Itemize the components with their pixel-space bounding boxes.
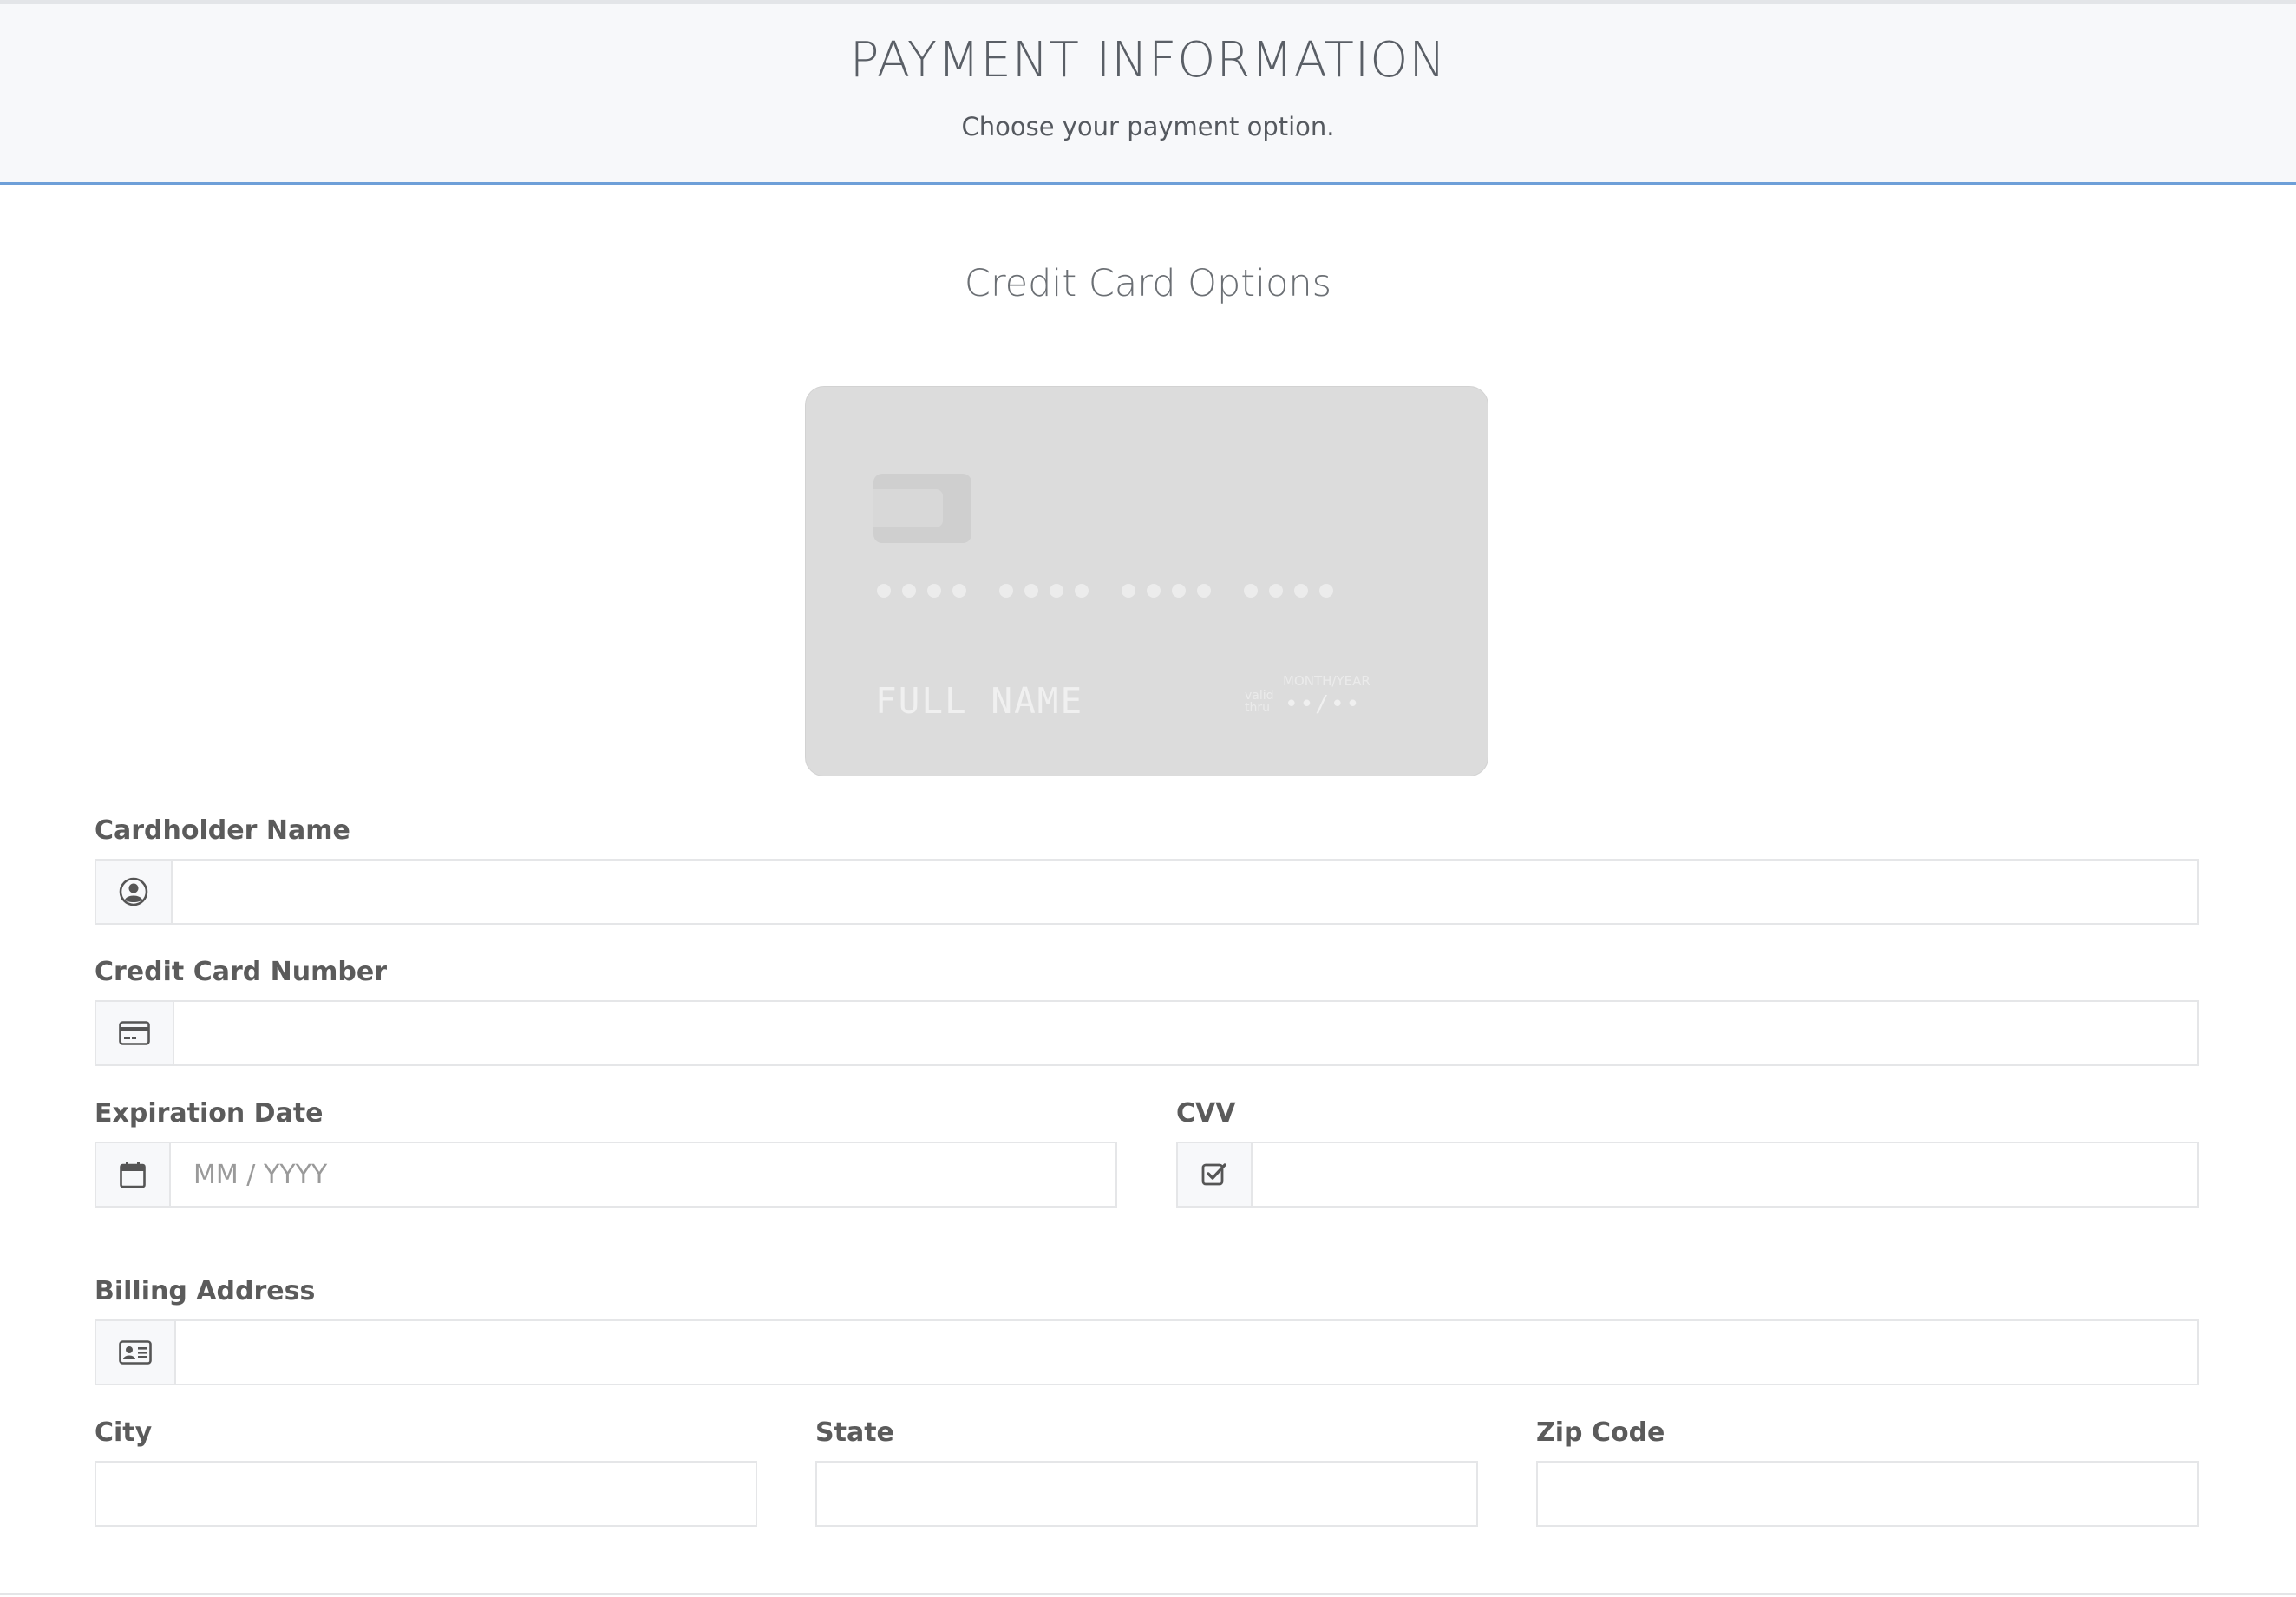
thru-label: thru [1245, 701, 1270, 715]
valid-label: valid [1245, 689, 1274, 703]
payment-page: PAYMENT INFORMATION Choose your payment … [0, 0, 2296, 1597]
card-number-input[interactable] [174, 1002, 2197, 1064]
expiration-date-label: Expiration Date [95, 1098, 324, 1129]
section-divider [0, 1593, 2296, 1595]
card-number-mask [877, 584, 1333, 598]
billing-address-input[interactable] [176, 1321, 2197, 1384]
card-chip-icon [873, 474, 971, 543]
state-input[interactable] [815, 1461, 1478, 1527]
card-number-group [95, 1000, 2199, 1066]
city-label: City [95, 1417, 153, 1448]
credit-card-preview: FULL NAME valid thru MONTH/YEAR ••/•• [805, 386, 1488, 776]
cardholder-name-group [95, 859, 2199, 925]
user-circle-icon [96, 861, 173, 923]
page-title: PAYMENT INFORMATION [849, 32, 1447, 88]
expiration-date-input[interactable] [171, 1143, 1115, 1206]
cardholder-name-input[interactable] [173, 861, 2197, 923]
expiry-label: MONTH/YEAR [1283, 673, 1370, 689]
billing-address-label: Billing Address [95, 1276, 316, 1306]
cvv-input[interactable] [1253, 1143, 2197, 1206]
billing-address-group [95, 1319, 2199, 1385]
zip-code-input[interactable] [1536, 1461, 2199, 1527]
page-header: PAYMENT INFORMATION Choose your payment … [0, 0, 2296, 185]
cvv-label: CVV [1176, 1098, 1236, 1129]
check-square-icon [1178, 1143, 1253, 1206]
cvv-group [1176, 1142, 2199, 1208]
address-card-icon [96, 1321, 176, 1384]
valid-thru-label: valid thru [1245, 690, 1274, 714]
card-name-placeholder: FULL NAME [875, 680, 1084, 722]
city-input[interactable] [95, 1461, 757, 1527]
cardholder-name-label: Cardholder Name [95, 815, 350, 846]
calendar-icon [96, 1143, 171, 1206]
credit-card-icon [96, 1002, 174, 1064]
page-subtitle: Choose your payment option. [961, 112, 1335, 141]
expiry-mask: ••/•• [1285, 691, 1362, 717]
zip-code-label: Zip Code [1536, 1417, 1665, 1448]
card-number-label: Credit Card Number [95, 957, 388, 987]
expiration-date-group [95, 1142, 1117, 1208]
section-title: Credit Card Options [964, 262, 1332, 305]
state-label: State [815, 1417, 894, 1448]
